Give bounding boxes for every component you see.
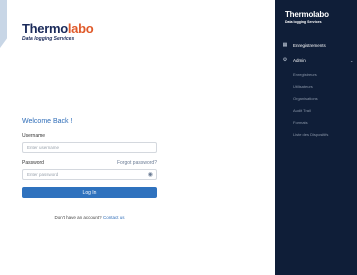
password-input[interactable]: Enter password ◉	[22, 169, 157, 180]
brand-name: Thermolabo	[22, 21, 94, 36]
sidebar-logo[interactable]: Thermolabo Data logging Services	[285, 10, 329, 25]
eye-icon[interactable]: ◉	[148, 171, 153, 178]
sidebar: Thermolabo Data logging Services ▦ Enreg…	[275, 0, 357, 275]
sidebar-subitem-formats[interactable]: Formats	[293, 120, 308, 125]
welcome-heading: Welcome Back !	[22, 118, 73, 125]
password-label: Password	[22, 160, 44, 166]
sidebar-tagline: Data logging Services	[285, 20, 322, 24]
sidebar-brand-name: Thermolabo	[285, 10, 329, 19]
sidebar-subitem-liste-dispositifs[interactable]: Liste des Dispositifs	[293, 132, 328, 137]
login-button[interactable]: Log In	[22, 187, 157, 198]
corner-accent	[0, 0, 7, 48]
brand-tagline: Data logging Services	[22, 36, 75, 42]
no-account-text: Don't have an account?	[54, 215, 102, 220]
chevron-down-icon[interactable]: ⌄	[350, 58, 353, 63]
gear-icon: ⚙	[282, 57, 288, 63]
username-input[interactable]: Enter username	[22, 142, 157, 153]
login-form: Welcome Back ! Username Enter username P…	[22, 118, 157, 220]
sidebar-item-enregistrements[interactable]: ▦ Enregistrements	[282, 42, 326, 48]
sidebar-subitem-audit-trail[interactable]: Audit Trail	[293, 108, 311, 113]
sidebar-item-label: Admin	[293, 57, 306, 63]
password-placeholder: Enter password	[27, 172, 59, 177]
forgot-password-link[interactable]: Forgot password?	[117, 160, 157, 169]
sidebar-item-label: Enregistrements	[293, 42, 326, 48]
grid-icon: ▦	[282, 42, 288, 48]
sidebar-item-admin[interactable]: ⚙ Admin	[282, 57, 306, 63]
sidebar-subitem-enregistreurs[interactable]: Enregistreurs	[293, 72, 317, 77]
contact-us-link[interactable]: Contact us	[103, 215, 125, 220]
sidebar-subitem-organisations[interactable]: Organisations	[293, 96, 318, 101]
username-placeholder: Enter username	[27, 145, 60, 150]
sidebar-subitem-utilisateurs[interactable]: Utilisateurs	[293, 84, 313, 89]
signup-prompt: Don't have an account? Contact us	[22, 215, 157, 220]
brand-logo: Thermolabo Data logging Services	[22, 21, 94, 42]
username-label: Username	[22, 133, 46, 139]
